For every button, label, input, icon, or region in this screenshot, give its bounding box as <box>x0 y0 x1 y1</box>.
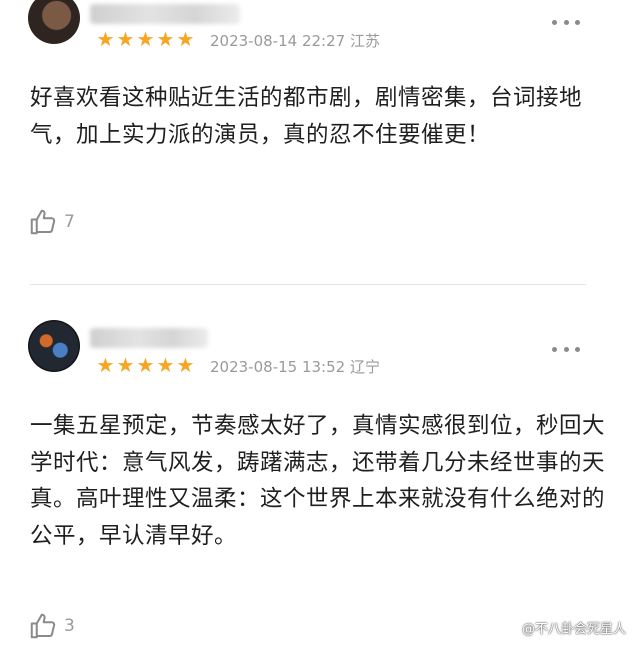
star-icon: ★ <box>176 353 195 377</box>
like-button[interactable]: 7 <box>28 207 75 237</box>
like-count: 7 <box>64 212 75 232</box>
more-dots-icon[interactable] <box>552 17 580 27</box>
star-icon: ★ <box>176 27 195 51</box>
review-date: 2023-08-14 22:27 <box>210 32 346 50</box>
watermark-text: @不八卦会死星人 <box>521 622 626 637</box>
review-location: 江苏 <box>349 32 380 50</box>
star-icon: ★ <box>136 353 155 377</box>
divider <box>30 284 586 285</box>
avatar[interactable] <box>28 320 80 372</box>
watermark: @不八卦会死星人 <box>522 618 626 637</box>
username-blurred[interactable] <box>90 328 208 348</box>
star-icon: ★ <box>156 27 175 51</box>
review-content: 好喜欢看这种贴近生活的都市剧，剧情密集，台词接地气，加上实力派的演员，真的忍不住… <box>30 85 583 148</box>
username-blurred[interactable] <box>90 4 240 24</box>
review-location: 辽宁 <box>349 358 380 376</box>
more-dots-icon[interactable] <box>552 344 580 354</box>
review-content: 一集五星预定，节奏感太好了，真情实感很到位，秒回大学时代：意气风发，踌躇满志，还… <box>30 413 606 549</box>
thumbs-up-icon <box>30 613 56 639</box>
star-icon: ★ <box>96 27 115 51</box>
like-button[interactable]: 3 <box>28 611 75 641</box>
star-rating: ★ ★ ★ ★ ★ <box>96 353 195 377</box>
review-meta: 2023-08-14 22:27 江苏 <box>210 30 380 51</box>
avatar[interactable] <box>28 0 80 44</box>
like-count: 3 <box>64 616 75 636</box>
review-date: 2023-08-15 13:52 <box>210 358 346 376</box>
star-icon: ★ <box>116 27 135 51</box>
thumbs-up-icon <box>30 209 56 235</box>
star-icon: ★ <box>96 353 115 377</box>
review-meta: 2023-08-15 13:52 辽宁 <box>210 356 380 377</box>
star-icon: ★ <box>116 353 135 377</box>
star-icon: ★ <box>156 353 175 377</box>
star-rating: ★ ★ ★ ★ ★ <box>96 27 195 51</box>
star-icon: ★ <box>136 27 155 51</box>
